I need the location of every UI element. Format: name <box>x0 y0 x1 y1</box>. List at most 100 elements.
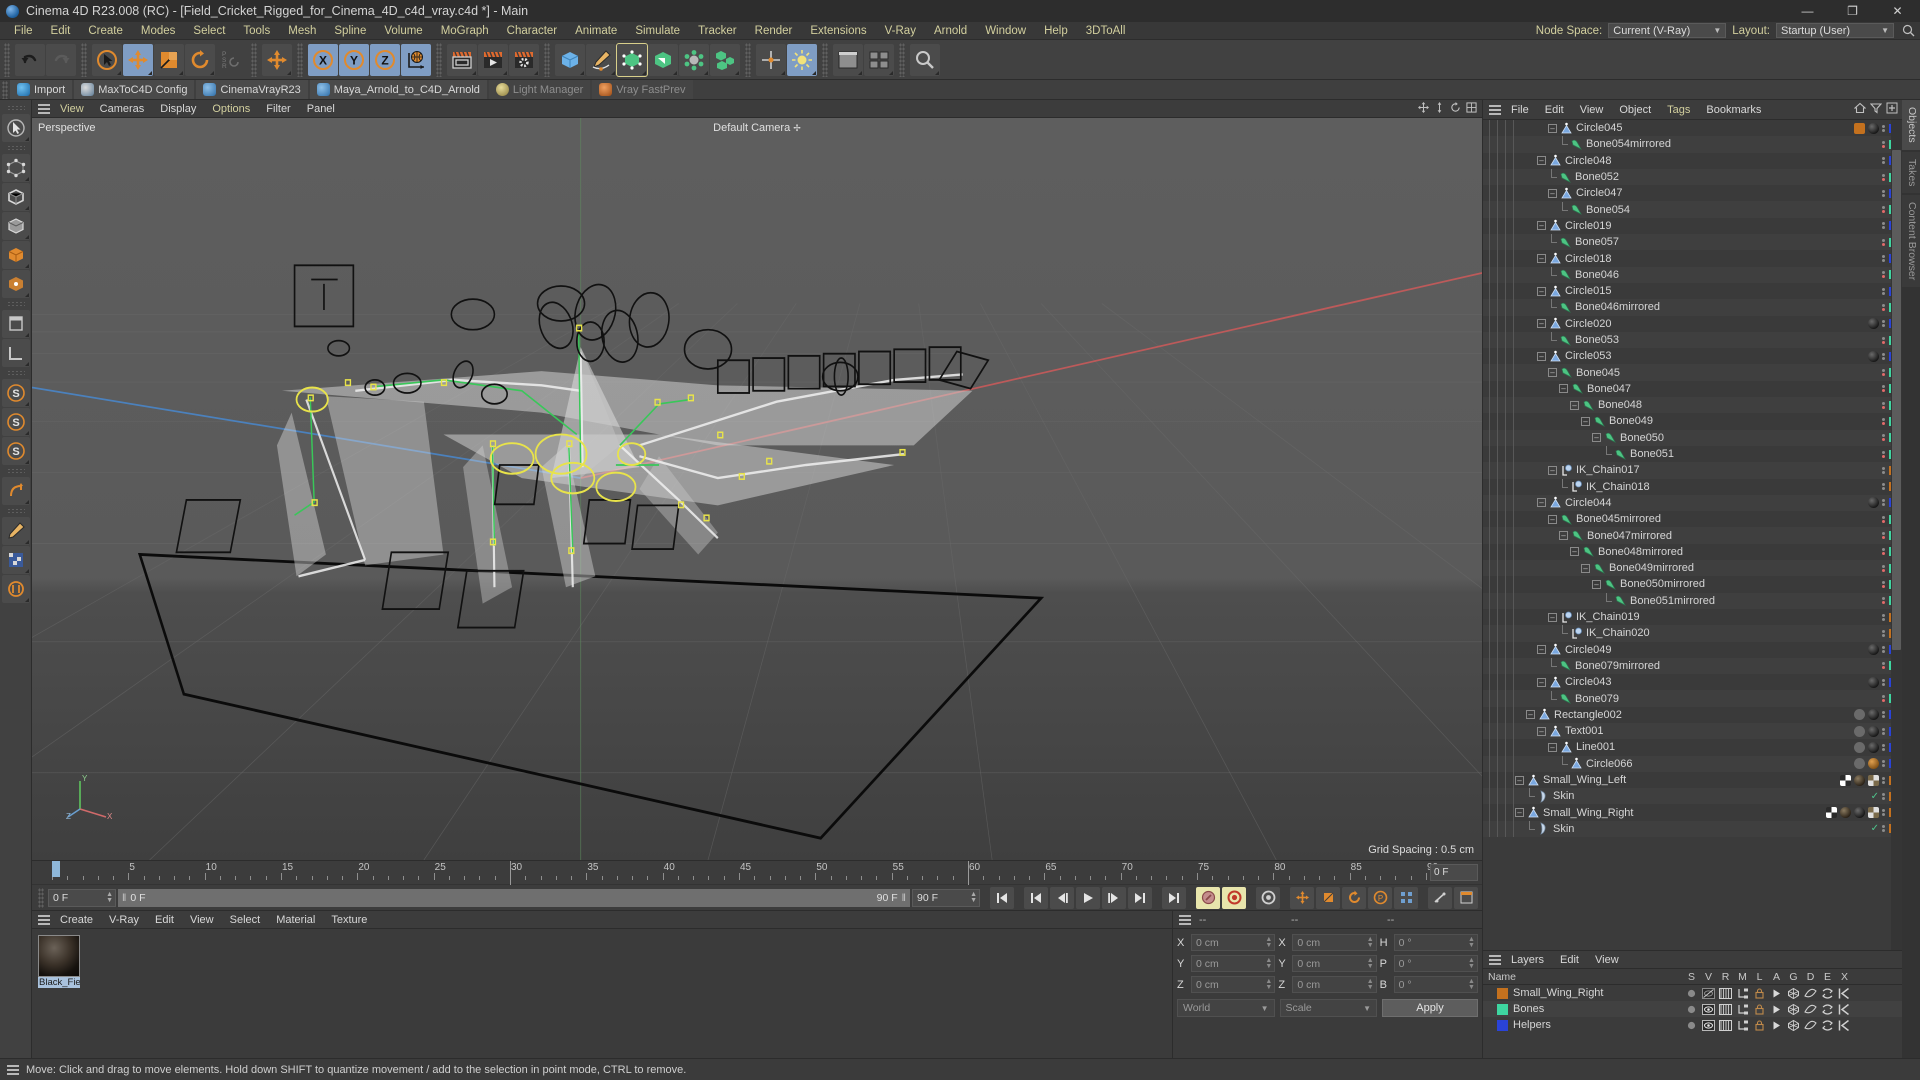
object-row[interactable]: –Circle044 <box>1483 495 1902 511</box>
rotate-tool-button[interactable] <box>185 44 215 76</box>
object-row[interactable]: –Circle048 <box>1483 153 1902 169</box>
cube-primitive-button[interactable] <box>555 44 585 76</box>
expand-collapse-toggle[interactable]: – <box>1592 580 1601 589</box>
tag-icon[interactable] <box>1854 742 1865 753</box>
object-menu-tags[interactable]: Tags <box>1659 100 1698 120</box>
spline-pen-button[interactable] <box>586 44 616 76</box>
object-row[interactable]: –Bone045mirrored <box>1483 511 1902 527</box>
object-tree-scrollbar[interactable] <box>1891 120 1902 950</box>
layer-toggle-d[interactable] <box>1802 988 1819 999</box>
layer-toggle-m[interactable] <box>1734 1004 1751 1015</box>
object-menu-view[interactable]: View <box>1572 100 1612 120</box>
object-row[interactable]: –Bone045 <box>1483 364 1902 380</box>
object-row[interactable]: –Bone047 <box>1483 381 1902 397</box>
visibility-dots[interactable] <box>1882 320 1886 327</box>
visibility-dots[interactable] <box>1882 434 1886 441</box>
viewport-menu-view[interactable]: View <box>52 100 92 118</box>
phong-tag-icon[interactable] <box>1868 351 1879 362</box>
toolbar-grip[interactable] <box>251 43 257 77</box>
polygon-mode-button[interactable] <box>2 212 30 240</box>
expand-collapse-toggle[interactable]: – <box>1537 254 1546 263</box>
tag-icon[interactable] <box>1854 726 1865 737</box>
menu-animate[interactable]: Animate <box>566 22 626 40</box>
plugin-vray-fastprev[interactable]: Vray FastPrev <box>592 80 692 99</box>
scale-tool-button[interactable] <box>154 44 184 76</box>
layer-toggle-d[interactable] <box>1802 1004 1819 1015</box>
timeline-current-marker[interactable] <box>52 861 60 877</box>
spinner-icon[interactable]: ▲▼ <box>106 892 113 904</box>
menu-character[interactable]: Character <box>498 22 567 40</box>
visibility-dots[interactable] <box>1882 532 1886 539</box>
workplane-lock-button[interactable] <box>2 477 30 505</box>
search-icon[interactable] <box>1900 23 1916 39</box>
visibility-dots[interactable] <box>1882 304 1886 311</box>
redo-button[interactable] <box>46 44 76 76</box>
uvw-tag-icon[interactable] <box>1840 775 1851 786</box>
coordinate-mode-select[interactable]: Scale▼ <box>1280 999 1378 1017</box>
visibility-dots[interactable] <box>1882 206 1886 213</box>
spinner-icon[interactable]: ▲▼ <box>1367 937 1374 949</box>
menu-create[interactable]: Create <box>79 22 132 40</box>
status-menu-icon[interactable] <box>5 1064 21 1076</box>
layers-col-l[interactable]: L <box>1751 971 1768 983</box>
expand-collapse-toggle[interactable]: – <box>1559 384 1568 393</box>
range-handle-icon[interactable]: ‖ <box>122 892 126 904</box>
tab-objects[interactable]: Objects <box>1902 100 1920 150</box>
object-row[interactable]: Skin✓ <box>1483 788 1902 804</box>
next-keyframe-button[interactable] <box>1128 887 1152 909</box>
tag-icon[interactable] <box>1854 709 1865 720</box>
parameter-key-button[interactable]: P <box>1368 887 1392 909</box>
undo-button[interactable] <box>15 44 45 76</box>
visibility-dots[interactable] <box>1882 548 1886 555</box>
position-key-button[interactable] <box>1290 887 1314 909</box>
position-y-input[interactable]: 0 cm▲▼ <box>1191 955 1275 972</box>
phong-tag-icon[interactable] <box>1868 318 1879 329</box>
array-button[interactable] <box>710 44 740 76</box>
layer-toggle-l[interactable] <box>1751 988 1768 999</box>
visibility-dots[interactable] <box>1882 793 1886 800</box>
object-row[interactable]: –Circle018 <box>1483 250 1902 266</box>
visibility-dots[interactable] <box>1882 467 1886 474</box>
visibility-dots[interactable] <box>1882 451 1886 458</box>
object-row[interactable]: –Circle049 <box>1483 642 1902 658</box>
viewport-move-icon[interactable] <box>1418 102 1429 116</box>
layer-toggle-s[interactable] <box>1683 988 1700 999</box>
layer-color-swatch[interactable] <box>1497 988 1508 999</box>
object-axis-mode-button[interactable] <box>2 270 30 298</box>
viewport-maximize-icon[interactable] <box>1466 102 1477 116</box>
tag-icon[interactable] <box>1854 758 1865 769</box>
visibility-dots[interactable] <box>1882 369 1886 376</box>
expand-collapse-toggle[interactable]: – <box>1548 613 1557 622</box>
object-row[interactable]: –Circle020 <box>1483 316 1902 332</box>
axis-x-button[interactable]: X <box>308 44 338 76</box>
viewport-scale-icon[interactable] <box>1434 102 1445 116</box>
left-toolbar-grip[interactable] <box>7 508 25 514</box>
point-level-animation-button[interactable] <box>1394 887 1418 909</box>
expand-collapse-toggle[interactable]: – <box>1537 645 1546 654</box>
object-row[interactable]: Bone046mirrored <box>1483 299 1902 315</box>
menu-select[interactable]: Select <box>184 22 234 40</box>
visibility-dots[interactable] <box>1882 597 1886 604</box>
object-row[interactable]: –Circle015 <box>1483 283 1902 299</box>
object-row[interactable]: –Text001 <box>1483 723 1902 739</box>
phong-tag-icon[interactable] <box>1868 742 1879 753</box>
expand-collapse-toggle[interactable]: – <box>1581 417 1590 426</box>
toolbar-grip[interactable] <box>81 43 87 77</box>
spinner-icon[interactable]: ▲▼ <box>1265 937 1272 949</box>
expand-collapse-toggle[interactable]: – <box>1515 808 1524 817</box>
preview-range-bar[interactable]: ‖ 0 F 90 F ‖ <box>118 889 910 907</box>
menu-simulate[interactable]: Simulate <box>626 22 689 40</box>
rotate-key-button[interactable] <box>1342 887 1366 909</box>
layer-toggle-v[interactable] <box>1700 1020 1717 1031</box>
phong-tag-icon[interactable] <box>1868 677 1879 688</box>
visibility-dots[interactable] <box>1882 190 1886 197</box>
select-tool-button[interactable] <box>92 44 122 76</box>
uv-edit-button[interactable] <box>2 546 30 574</box>
point-mode-button[interactable] <box>2 154 30 182</box>
close-button[interactable]: ✕ <box>1875 0 1920 22</box>
menu-window[interactable]: Window <box>976 22 1035 40</box>
visibility-dots[interactable] <box>1882 646 1886 653</box>
expand-collapse-toggle[interactable]: – <box>1548 124 1557 133</box>
visibility-dots[interactable] <box>1882 402 1886 409</box>
expand-collapse-toggle[interactable]: – <box>1537 678 1546 687</box>
